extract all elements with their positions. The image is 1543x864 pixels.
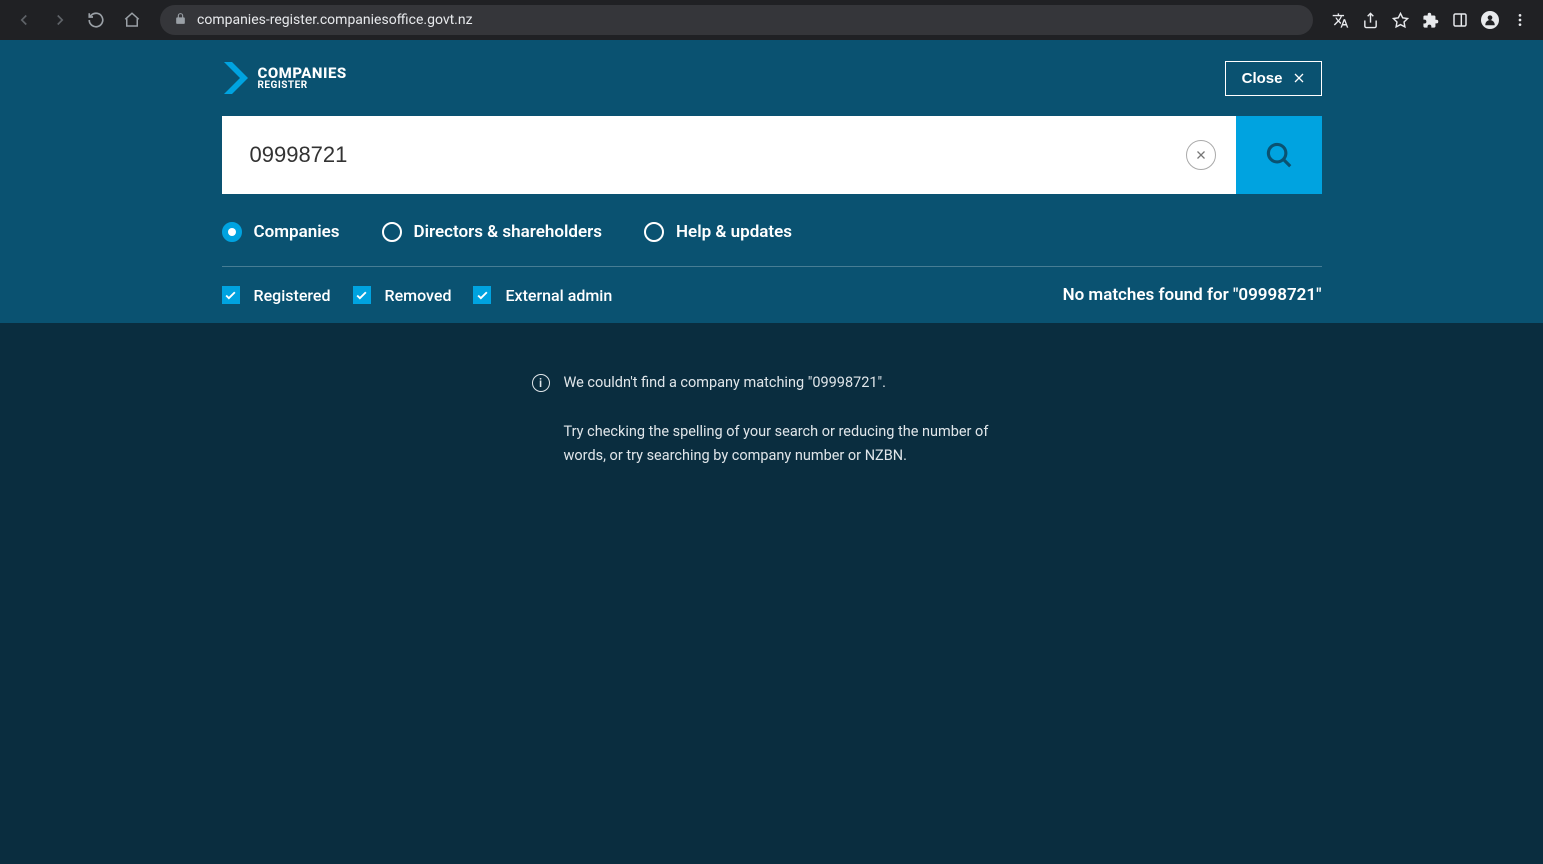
- lock-icon: [174, 12, 187, 29]
- status-filters: Registered Removed External admin: [222, 286, 613, 305]
- radio-indicator: [644, 222, 664, 242]
- radio-companies[interactable]: Companies: [222, 222, 340, 242]
- search-button[interactable]: [1236, 116, 1322, 194]
- browser-toolbar: companies-register.companiesoffice.govt.…: [0, 0, 1543, 40]
- share-icon[interactable]: [1361, 11, 1379, 29]
- chevron-logo-icon: [222, 60, 250, 96]
- menu-icon[interactable]: [1511, 11, 1529, 29]
- search-icon: [1264, 140, 1294, 170]
- filter-registered[interactable]: Registered: [222, 286, 331, 305]
- filter-label: Registered: [254, 286, 331, 305]
- search-input[interactable]: [250, 116, 1186, 194]
- chrome-actions: [1327, 11, 1533, 29]
- logo-title: COMPANIES: [258, 66, 347, 81]
- checkbox-icon: [222, 286, 240, 304]
- radio-label: Companies: [254, 222, 340, 242]
- profile-icon[interactable]: [1481, 11, 1499, 29]
- filter-external-admin[interactable]: External admin: [473, 286, 612, 305]
- radio-label: Directors & shareholders: [414, 222, 603, 242]
- result-count: No matches found for "09998721": [1063, 285, 1322, 305]
- filter-removed[interactable]: Removed: [353, 286, 452, 305]
- radio-help[interactable]: Help & updates: [644, 222, 792, 242]
- search-panel: COMPANIES REGISTER Close: [0, 40, 1543, 323]
- url-bar[interactable]: companies-register.companiesoffice.govt.…: [160, 5, 1313, 35]
- panel-icon[interactable]: [1451, 11, 1469, 29]
- url-text: companies-register.companiesoffice.govt.…: [197, 12, 473, 28]
- logo-subtitle: REGISTER: [258, 81, 347, 91]
- info-icon: i: [532, 374, 550, 392]
- star-icon[interactable]: [1391, 11, 1409, 29]
- no-results-message: i We couldn't find a company matching "0…: [532, 371, 1012, 469]
- radio-indicator: [382, 222, 402, 242]
- filter-label: External admin: [505, 286, 612, 305]
- forward-button[interactable]: [46, 6, 74, 34]
- extensions-icon[interactable]: [1421, 11, 1439, 29]
- close-icon: [1293, 72, 1305, 84]
- no-results-headline: We couldn't find a company matching "099…: [564, 371, 887, 396]
- back-button[interactable]: [10, 6, 38, 34]
- home-button[interactable]: [118, 6, 146, 34]
- search-category-radios: Companies Directors & shareholders Help …: [222, 222, 1322, 267]
- radio-indicator: [222, 222, 242, 242]
- radio-label: Help & updates: [676, 222, 792, 242]
- close-label: Close: [1242, 70, 1283, 87]
- logo[interactable]: COMPANIES REGISTER: [222, 60, 347, 96]
- results-area: i We couldn't find a company matching "0…: [0, 323, 1543, 517]
- close-button[interactable]: Close: [1225, 61, 1322, 96]
- radio-directors[interactable]: Directors & shareholders: [382, 222, 603, 242]
- translate-icon[interactable]: [1331, 11, 1349, 29]
- clear-search-button[interactable]: [1186, 140, 1216, 170]
- checkbox-icon: [473, 286, 491, 304]
- search-field-wrapper: [222, 116, 1236, 194]
- x-icon: [1195, 149, 1207, 161]
- no-results-body: Try checking the spelling of your search…: [564, 420, 1012, 469]
- reload-button[interactable]: [82, 6, 110, 34]
- filter-label: Removed: [385, 286, 452, 305]
- checkbox-icon: [353, 286, 371, 304]
